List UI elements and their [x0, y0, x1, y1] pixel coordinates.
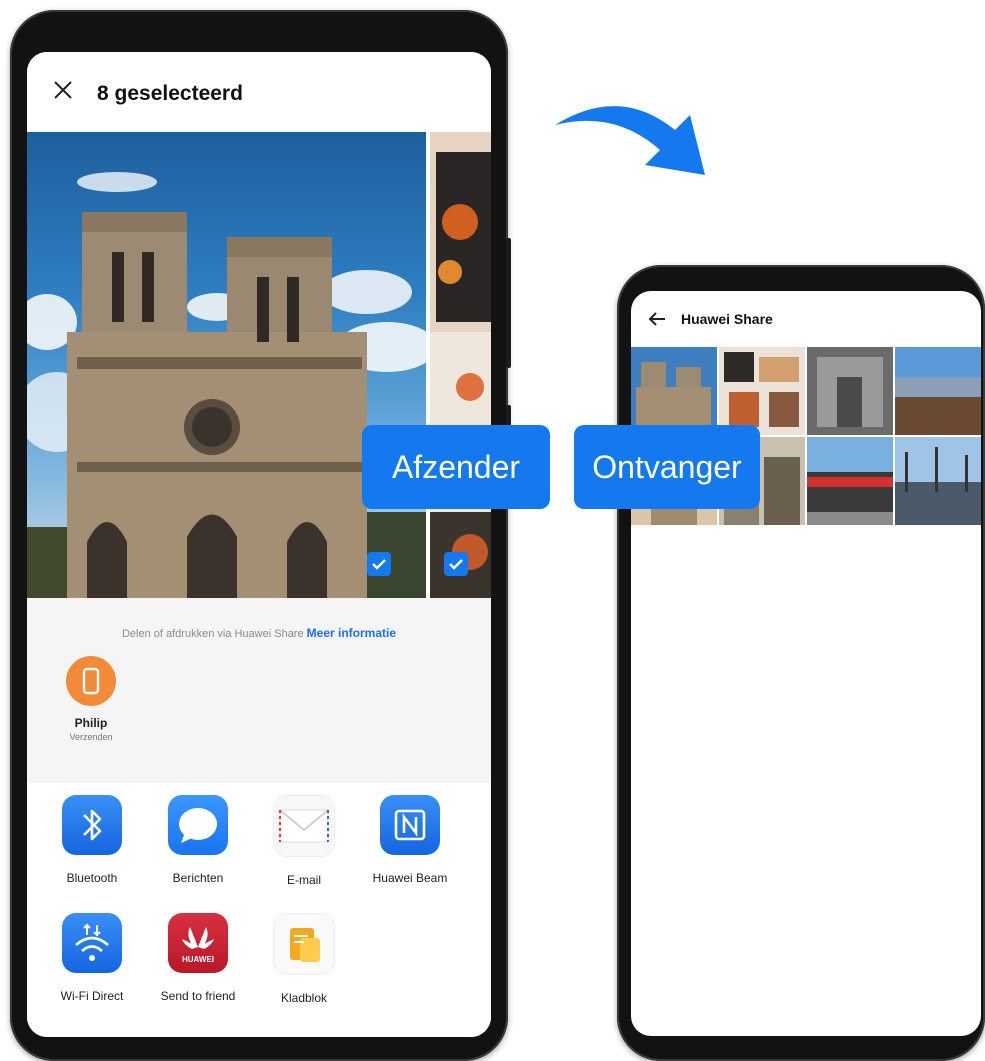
- app-bluetooth[interactable]: Bluetooth: [37, 795, 147, 885]
- selection-title: 8 geselecteerd: [97, 82, 243, 105]
- selected-photo-cathedral[interactable]: [27, 132, 426, 598]
- wifi-direct-icon: [62, 913, 122, 973]
- email-icon: [273, 795, 335, 857]
- received-photo[interactable]: [631, 347, 717, 435]
- app-wifi-direct[interactable]: Wi-Fi Direct: [37, 913, 147, 1003]
- device-avatar: [66, 656, 116, 706]
- app-send-to-friend[interactable]: HUAWEI Send to friend: [143, 913, 253, 1003]
- close-icon[interactable]: [51, 78, 75, 102]
- receiver-phone: Huawei Share: [617, 265, 985, 1061]
- nearby-device[interactable]: Philip Verzenden: [62, 656, 120, 742]
- check-icon: [449, 559, 463, 570]
- receiver-label: Ontvanger: [574, 425, 760, 509]
- device-name: Philip: [74, 716, 108, 730]
- app-label: Berichten: [172, 871, 224, 885]
- nfc-icon: [380, 795, 440, 855]
- huawei-logo-text: HUAWEI: [182, 955, 214, 964]
- volume-button: [506, 238, 511, 368]
- cathedral-image: [27, 172, 426, 598]
- app-label: Wi-Fi Direct: [60, 989, 124, 1003]
- app-messages[interactable]: Berichten: [143, 795, 253, 885]
- device-status: Verzenden: [69, 732, 113, 742]
- app-label: Huawei Beam: [372, 871, 448, 885]
- received-photo[interactable]: [807, 347, 893, 435]
- huawei-share-section: Delen of afdrukken via Huawei Share Meer…: [27, 598, 491, 783]
- app-label: Bluetooth: [66, 871, 118, 885]
- share-info-text: Delen of afdrukken via Huawei Share: [121, 628, 304, 640]
- check-icon: [372, 559, 386, 570]
- messages-icon: [168, 795, 228, 855]
- food-image: [430, 132, 491, 598]
- received-photo[interactable]: [895, 437, 981, 525]
- sender-phone: 8 geselecteerd Delen of afdrukken via Hu…: [10, 10, 511, 1061]
- received-photo[interactable]: [895, 347, 981, 435]
- share-apps-grid: Bluetooth Berichten E-mail Huawei Beam W…: [27, 783, 491, 1037]
- share-info: Delen of afdrukken via Huawei Share Meer…: [27, 626, 491, 640]
- phone-icon: [82, 667, 100, 695]
- selected-photo-strip[interactable]: [430, 132, 491, 598]
- back-arrow-icon[interactable]: [647, 309, 667, 329]
- huawei-share-title: Huawei Share: [681, 311, 773, 327]
- huawei-icon: HUAWEI: [168, 913, 228, 973]
- app-huawei-beam[interactable]: Huawei Beam: [355, 795, 465, 885]
- sender-label: Afzender: [362, 425, 550, 509]
- checkbox-checked[interactable]: [367, 552, 391, 576]
- received-photo[interactable]: [807, 437, 893, 525]
- notepad-icon: [273, 913, 335, 975]
- app-notepad[interactable]: Kladblok: [249, 913, 359, 1005]
- sender-screen: 8 geselecteerd Delen of afdrukken via Hu…: [27, 52, 491, 1037]
- app-label: Kladblok: [280, 991, 328, 1005]
- app-email[interactable]: E-mail: [249, 795, 359, 887]
- huawei-share-header: Huawei Share: [631, 291, 981, 347]
- more-info-link[interactable]: Meer informatie: [307, 626, 396, 640]
- bluetooth-icon: [62, 795, 122, 855]
- receiver-screen: Huawei Share: [631, 291, 981, 1036]
- top-bar: 8 geselecteerd: [27, 52, 491, 132]
- app-label: Send to friend: [160, 989, 236, 1003]
- app-label: E-mail: [286, 873, 321, 887]
- checkbox-checked[interactable]: [444, 552, 468, 576]
- received-photo[interactable]: [719, 347, 805, 435]
- transfer-arrow-icon: [555, 106, 705, 175]
